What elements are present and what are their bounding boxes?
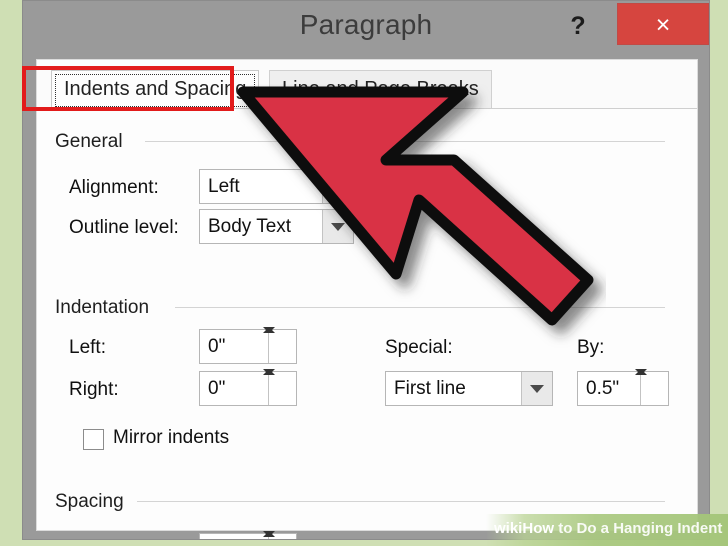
group-label-indentation: Indentation	[55, 297, 150, 318]
special-dropdown-arrow[interactable]	[521, 372, 552, 405]
group-label-general: General	[55, 131, 123, 152]
watermark-text: wikiHow to Do a Hanging Indent	[494, 520, 722, 537]
alignment-dropdown-arrow[interactable]	[322, 170, 353, 203]
tab-highlight-annotation	[22, 66, 234, 111]
close-icon: ×	[655, 11, 671, 39]
indent-left-spin-buttons[interactable]	[263, 327, 296, 363]
watermark-brand-wiki: wiki	[494, 520, 523, 537]
outline-level-value: Body Text	[208, 216, 292, 237]
group-rule-general	[145, 141, 665, 142]
special-value: First line	[394, 378, 466, 399]
indent-left-stepper[interactable]: 0"	[199, 327, 297, 364]
group-rule-indentation	[175, 307, 665, 308]
dialog-title-bar: Paragraph ? ×	[23, 1, 709, 59]
indent-left-label: Left:	[69, 337, 106, 358]
help-button[interactable]: ?	[565, 11, 591, 41]
screenshot-root: Paragraph ? × Indents and Spacing Line a…	[0, 0, 728, 546]
by-spin-buttons[interactable]	[635, 369, 668, 405]
outline-level-dropdown-arrow[interactable]	[322, 210, 353, 243]
indent-right-value: 0"	[208, 378, 226, 399]
dialog-client-area: Indents and Spacing Line and Page Breaks…	[36, 59, 698, 539]
watermark-brand-how: How	[522, 520, 555, 537]
triangle-down-icon	[263, 531, 275, 537]
chevron-down-icon	[530, 384, 544, 393]
spacing-before-spin-buttons[interactable]	[263, 531, 296, 539]
alignment-value: Left	[208, 176, 240, 197]
alignment-combobox[interactable]: Left	[199, 169, 354, 204]
indent-right-label: Right:	[69, 379, 119, 400]
checkbox-box-icon[interactable]	[83, 429, 104, 450]
triangle-down-icon	[263, 369, 275, 375]
dialog-title: Paragraph	[299, 9, 433, 40]
triangle-down-icon	[635, 369, 647, 375]
group-rule-spacing	[137, 501, 665, 502]
tab-line-and-page-breaks-label: Line and Page Breaks	[282, 78, 479, 100]
chevron-down-icon	[331, 182, 345, 191]
triangle-down-icon	[263, 327, 275, 333]
indent-left-value: 0"	[208, 336, 226, 357]
watermark-tail: to Do a Hanging Indent	[554, 520, 723, 537]
indent-right-spin-buttons[interactable]	[263, 369, 296, 405]
special-label: Special:	[385, 337, 453, 358]
tab-line-and-page-breaks[interactable]: Line and Page Breaks	[269, 70, 492, 108]
close-button[interactable]: ×	[617, 3, 709, 45]
group-label-spacing: Spacing	[55, 491, 124, 512]
wikihow-watermark: wikiHow to Do a Hanging Indent	[486, 514, 728, 546]
by-label: By:	[577, 337, 605, 358]
indents-and-spacing-panel: General Alignment: Left Outline level: B…	[37, 108, 697, 539]
mirror-indents-label: Mirror indents	[113, 427, 230, 448]
outline-level-label: Outline level:	[69, 217, 179, 238]
chevron-down-icon	[331, 222, 345, 231]
by-stepper[interactable]: 0.5"	[577, 369, 669, 406]
indent-right-stepper[interactable]: 0"	[199, 369, 297, 406]
special-combobox[interactable]: First line	[385, 371, 553, 406]
outline-level-combobox[interactable]: Body Text	[199, 209, 354, 244]
by-value: 0.5"	[586, 378, 620, 399]
spacing-before-stepper[interactable]	[199, 531, 297, 539]
alignment-label: Alignment:	[69, 177, 159, 198]
